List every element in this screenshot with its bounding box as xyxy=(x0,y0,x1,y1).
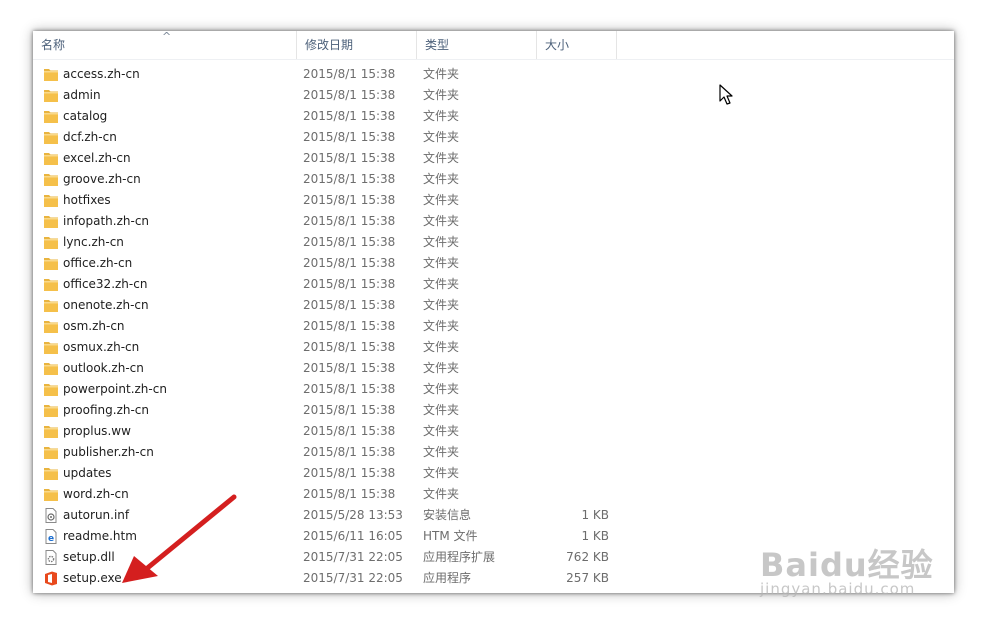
annotation-arrow-icon xyxy=(122,494,237,583)
watermark-site: jingyan.baidu.com xyxy=(760,580,916,598)
watermark: Baidu经验 jingyan.baidu.com xyxy=(760,540,934,598)
